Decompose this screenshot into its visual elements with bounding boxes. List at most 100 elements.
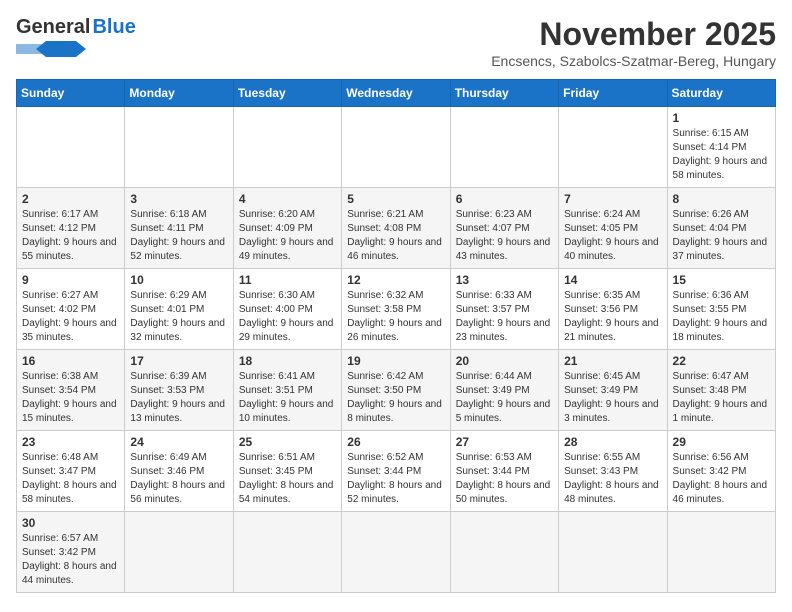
calendar-week-row: 1Sunrise: 6:15 AM Sunset: 4:14 PM Daylig… bbox=[17, 107, 776, 188]
day-number: 19 bbox=[347, 354, 444, 368]
calendar-cell: 30 Sunrise: 6:57 AM Sunset: 3:42 PM Dayli… bbox=[17, 512, 125, 593]
calendar-week-row: 9 Sunrise: 6:27 AM Sunset: 4:02 PM Daylig… bbox=[17, 269, 776, 350]
calendar-table: SundayMondayTuesdayWednesdayThursdayFrid… bbox=[16, 79, 776, 593]
day-info: Sunrise: 6:23 AM Sunset: 4:07 PM Dayligh… bbox=[456, 208, 553, 264]
day-info: Sunrise: 6:18 AM Sunset: 4:11 PM Dayligh… bbox=[130, 208, 227, 264]
day-info: Sunrise: 6:35 AM Sunset: 3:56 PM Dayligh… bbox=[564, 289, 661, 345]
calendar-cell: 26 Sunrise: 6:52 AM Sunset: 3:44 PM Dayli… bbox=[342, 431, 450, 512]
logo: General Blue bbox=[16, 16, 136, 59]
day-number: 23 bbox=[22, 435, 119, 449]
calendar-cell: 28Sunrise: 6:55 AM Sunset: 3:43 PM Dayli… bbox=[559, 431, 667, 512]
calendar-cell bbox=[17, 107, 125, 188]
calendar-cell: 11Sunrise: 6:30 AM Sunset: 4:00 PM Dayli… bbox=[233, 269, 341, 350]
calendar-cell: 9 Sunrise: 6:27 AM Sunset: 4:02 PM Daylig… bbox=[17, 269, 125, 350]
day-info: Sunrise: 6:55 AM Sunset: 3:43 PM Dayligh… bbox=[564, 451, 661, 507]
day-number: 10 bbox=[130, 273, 227, 287]
calendar-cell bbox=[342, 512, 450, 593]
calendar-cell: 17Sunrise: 6:39 AM Sunset: 3:53 PM Dayli… bbox=[125, 350, 233, 431]
day-info: Sunrise: 6:27 AM Sunset: 4:02 PM Dayligh… bbox=[22, 289, 119, 345]
day-number: 6 bbox=[456, 192, 553, 206]
day-info: Sunrise: 6:15 AM Sunset: 4:14 PM Dayligh… bbox=[673, 127, 770, 183]
calendar-cell: 1Sunrise: 6:15 AM Sunset: 4:14 PM Daylig… bbox=[667, 107, 775, 188]
day-info: Sunrise: 6:21 AM Sunset: 4:08 PM Dayligh… bbox=[347, 208, 444, 264]
calendar-week-row: 30 Sunrise: 6:57 AM Sunset: 3:42 PM Dayli… bbox=[17, 512, 776, 593]
day-info: Sunrise: 6:17 AM Sunset: 4:12 PM Dayligh… bbox=[22, 208, 119, 264]
day-info: Sunrise: 6:38 AM Sunset: 3:54 PM Dayligh… bbox=[22, 370, 119, 426]
calendar-cell: 10 Sunrise: 6:29 AM Sunset: 4:01 PM Dayli… bbox=[125, 269, 233, 350]
weekday-header-sunday: Sunday bbox=[17, 80, 125, 107]
calendar-cell: 13 Sunrise: 6:33 AM Sunset: 3:57 PM Dayli… bbox=[450, 269, 558, 350]
calendar-cell: 12Sunrise: 6:32 AM Sunset: 3:58 PM Dayli… bbox=[342, 269, 450, 350]
day-info: Sunrise: 6:53 AM Sunset: 3:44 PM Dayligh… bbox=[456, 451, 553, 507]
calendar-cell: 25 Sunrise: 6:51 AM Sunset: 3:45 PM Dayli… bbox=[233, 431, 341, 512]
calendar-cell bbox=[125, 107, 233, 188]
calendar-cell: 6 Sunrise: 6:23 AM Sunset: 4:07 PM Daylig… bbox=[450, 188, 558, 269]
calendar-cell bbox=[233, 107, 341, 188]
day-info: Sunrise: 6:20 AM Sunset: 4:09 PM Dayligh… bbox=[239, 208, 336, 264]
day-info: Sunrise: 6:52 AM Sunset: 3:44 PM Dayligh… bbox=[347, 451, 444, 507]
day-number: 8 bbox=[673, 192, 770, 206]
day-info: Sunrise: 6:29 AM Sunset: 4:01 PM Dayligh… bbox=[130, 289, 227, 345]
weekday-header-saturday: Saturday bbox=[667, 80, 775, 107]
calendar-cell: 24 Sunrise: 6:49 AM Sunset: 3:46 PM Dayli… bbox=[125, 431, 233, 512]
day-number: 30 bbox=[22, 516, 119, 530]
day-number: 21 bbox=[564, 354, 661, 368]
calendar-cell bbox=[450, 107, 558, 188]
logo-blue-text: Blue bbox=[92, 16, 135, 39]
day-info: Sunrise: 6:57 AM Sunset: 3:42 PM Dayligh… bbox=[22, 532, 119, 588]
day-info: Sunrise: 6:44 AM Sunset: 3:49 PM Dayligh… bbox=[456, 370, 553, 426]
weekday-header-wednesday: Wednesday bbox=[342, 80, 450, 107]
calendar-cell: 29 Sunrise: 6:56 AM Sunset: 3:42 PM Dayli… bbox=[667, 431, 775, 512]
calendar-cell: 5Sunrise: 6:21 AM Sunset: 4:08 PM Daylig… bbox=[342, 188, 450, 269]
calendar-cell: 20 Sunrise: 6:44 AM Sunset: 3:49 PM Dayli… bbox=[450, 350, 558, 431]
calendar-cell: 22 Sunrise: 6:47 AM Sunset: 3:48 PM Dayli… bbox=[667, 350, 775, 431]
day-info: Sunrise: 6:48 AM Sunset: 3:47 PM Dayligh… bbox=[22, 451, 119, 507]
day-info: Sunrise: 6:24 AM Sunset: 4:05 PM Dayligh… bbox=[564, 208, 661, 264]
calendar-cell: 4Sunrise: 6:20 AM Sunset: 4:09 PM Daylig… bbox=[233, 188, 341, 269]
weekday-header-tuesday: Tuesday bbox=[233, 80, 341, 107]
day-number: 20 bbox=[456, 354, 553, 368]
weekday-header-monday: Monday bbox=[125, 80, 233, 107]
day-number: 14 bbox=[564, 273, 661, 287]
location-subtitle: Encsencs, Szabolcs-Szatmar-Bereg, Hungar… bbox=[491, 53, 776, 69]
day-number: 26 bbox=[347, 435, 444, 449]
calendar-week-row: 16 Sunrise: 6:38 AM Sunset: 3:54 PM Dayli… bbox=[17, 350, 776, 431]
day-info: Sunrise: 6:36 AM Sunset: 3:55 PM Dayligh… bbox=[673, 289, 770, 345]
calendar-cell bbox=[559, 107, 667, 188]
calendar-cell: 27 Sunrise: 6:53 AM Sunset: 3:44 PM Dayli… bbox=[450, 431, 558, 512]
calendar-cell: 18Sunrise: 6:41 AM Sunset: 3:51 PM Dayli… bbox=[233, 350, 341, 431]
calendar-week-row: 2 Sunrise: 6:17 AM Sunset: 4:12 PM Daylig… bbox=[17, 188, 776, 269]
day-number: 2 bbox=[22, 192, 119, 206]
day-number: 24 bbox=[130, 435, 227, 449]
day-number: 9 bbox=[22, 273, 119, 287]
day-info: Sunrise: 6:47 AM Sunset: 3:48 PM Dayligh… bbox=[673, 370, 770, 426]
day-info: Sunrise: 6:26 AM Sunset: 4:04 PM Dayligh… bbox=[673, 208, 770, 264]
calendar-week-row: 23 Sunrise: 6:48 AM Sunset: 3:47 PM Dayli… bbox=[17, 431, 776, 512]
day-info: Sunrise: 6:51 AM Sunset: 3:45 PM Dayligh… bbox=[239, 451, 336, 507]
logo-general-text: General bbox=[16, 16, 90, 39]
calendar-cell: 16 Sunrise: 6:38 AM Sunset: 3:54 PM Dayli… bbox=[17, 350, 125, 431]
calendar-cell bbox=[125, 512, 233, 593]
day-info: Sunrise: 6:45 AM Sunset: 3:49 PM Dayligh… bbox=[564, 370, 661, 426]
calendar-cell: 8 Sunrise: 6:26 AM Sunset: 4:04 PM Daylig… bbox=[667, 188, 775, 269]
day-info: Sunrise: 6:39 AM Sunset: 3:53 PM Dayligh… bbox=[130, 370, 227, 426]
day-info: Sunrise: 6:56 AM Sunset: 3:42 PM Dayligh… bbox=[673, 451, 770, 507]
calendar-cell bbox=[450, 512, 558, 593]
calendar-cell: 19Sunrise: 6:42 AM Sunset: 3:50 PM Dayli… bbox=[342, 350, 450, 431]
day-number: 15 bbox=[673, 273, 770, 287]
calendar-cell: 23 Sunrise: 6:48 AM Sunset: 3:47 PM Dayli… bbox=[17, 431, 125, 512]
day-number: 25 bbox=[239, 435, 336, 449]
day-number: 11 bbox=[239, 273, 336, 287]
calendar-cell: 3Sunrise: 6:18 AM Sunset: 4:11 PM Daylig… bbox=[125, 188, 233, 269]
day-number: 16 bbox=[22, 354, 119, 368]
day-info: Sunrise: 6:49 AM Sunset: 3:46 PM Dayligh… bbox=[130, 451, 227, 507]
day-number: 27 bbox=[456, 435, 553, 449]
day-number: 12 bbox=[347, 273, 444, 287]
weekday-header-friday: Friday bbox=[559, 80, 667, 107]
day-info: Sunrise: 6:33 AM Sunset: 3:57 PM Dayligh… bbox=[456, 289, 553, 345]
day-number: 13 bbox=[456, 273, 553, 287]
day-number: 22 bbox=[673, 354, 770, 368]
logo-wave-icon bbox=[16, 39, 86, 59]
day-number: 29 bbox=[673, 435, 770, 449]
calendar-header-row: SundayMondayTuesdayWednesdayThursdayFrid… bbox=[17, 80, 776, 107]
